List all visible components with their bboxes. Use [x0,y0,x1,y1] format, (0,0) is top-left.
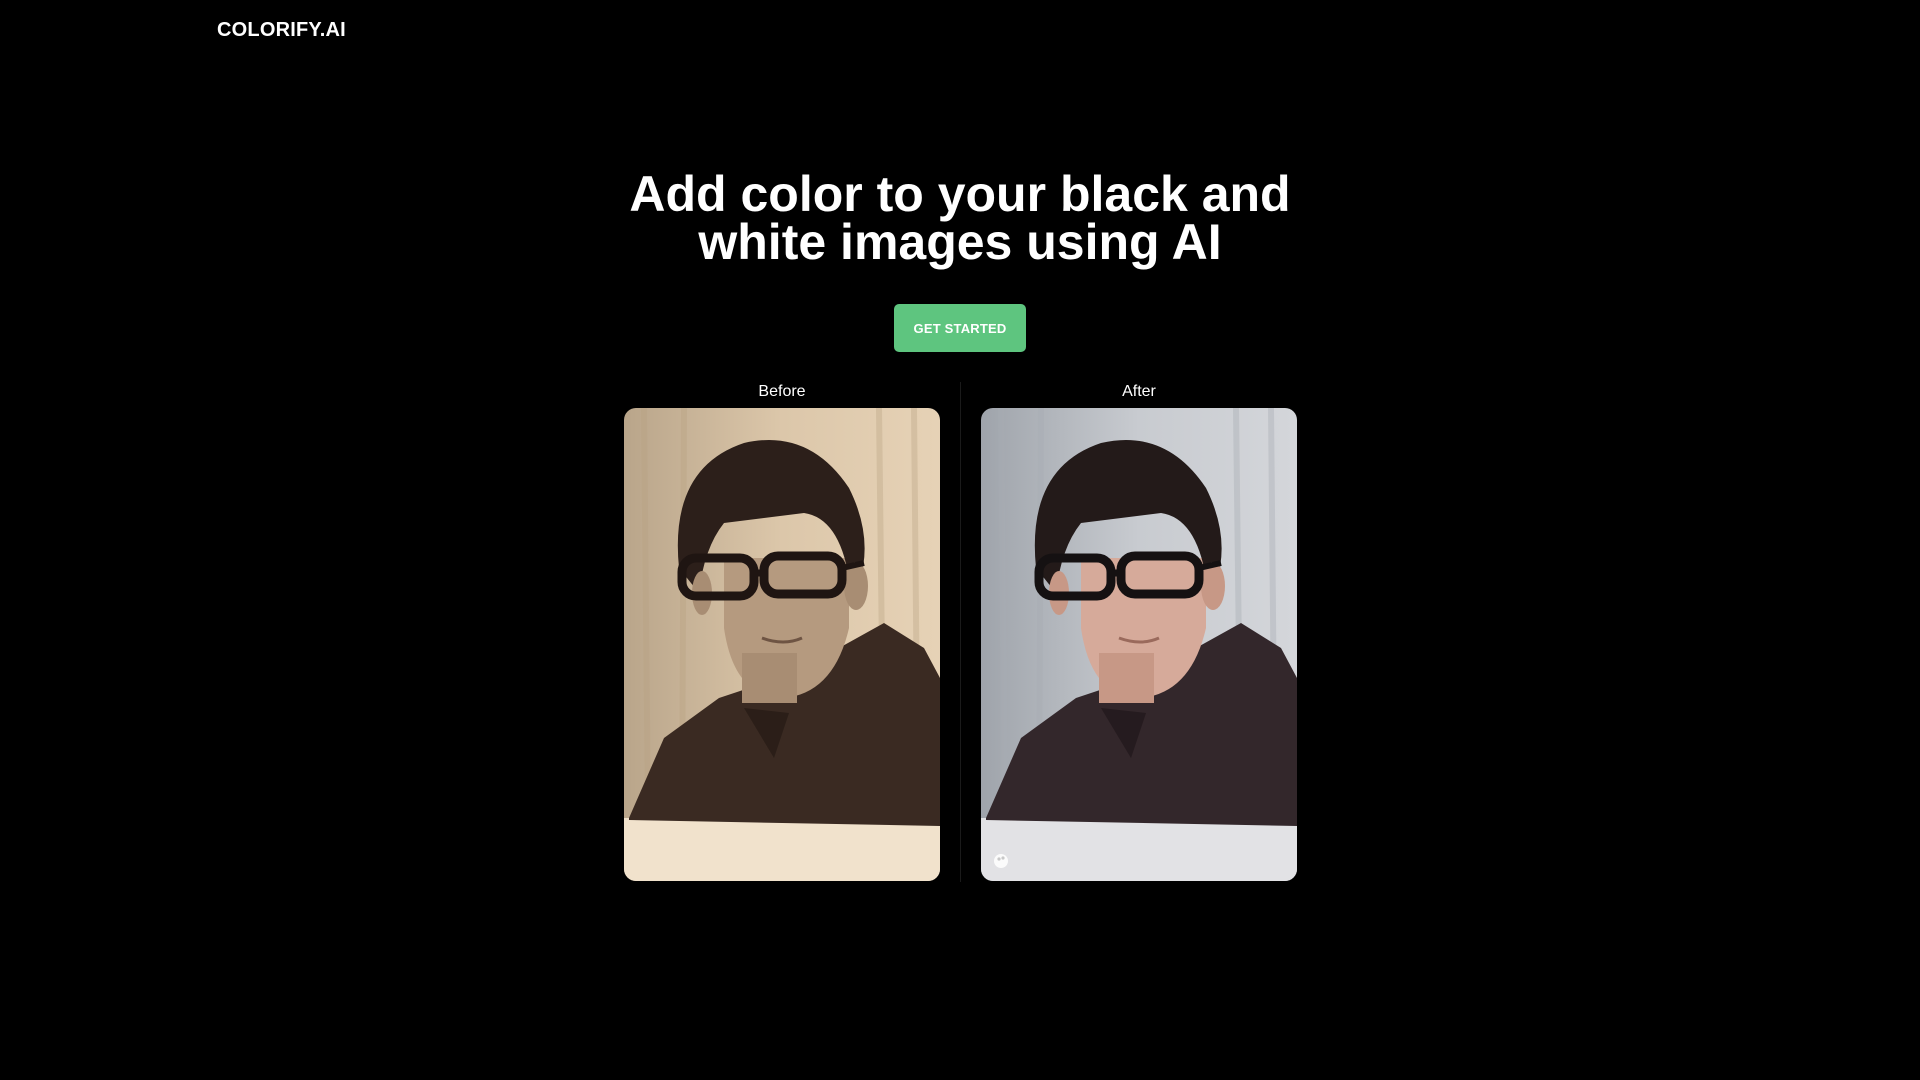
comparison-divider [960,382,961,882]
hero-title: Add color to your black and white images… [629,166,1291,270]
before-photo [624,408,940,881]
landing-page: COLORIFY.AI Add color to your black and … [0,0,1920,1080]
get-started-button[interactable]: GET STARTED [894,304,1026,352]
before-panel: Before [624,382,940,881]
after-label: After [1122,383,1156,400]
before-after-comparison: Before After [624,382,1297,882]
logo[interactable]: COLORIFY.AI [217,19,346,42]
after-photo [981,408,1297,881]
before-label: Before [758,383,806,400]
after-panel: After [981,382,1297,881]
palette-icon [994,854,1008,868]
